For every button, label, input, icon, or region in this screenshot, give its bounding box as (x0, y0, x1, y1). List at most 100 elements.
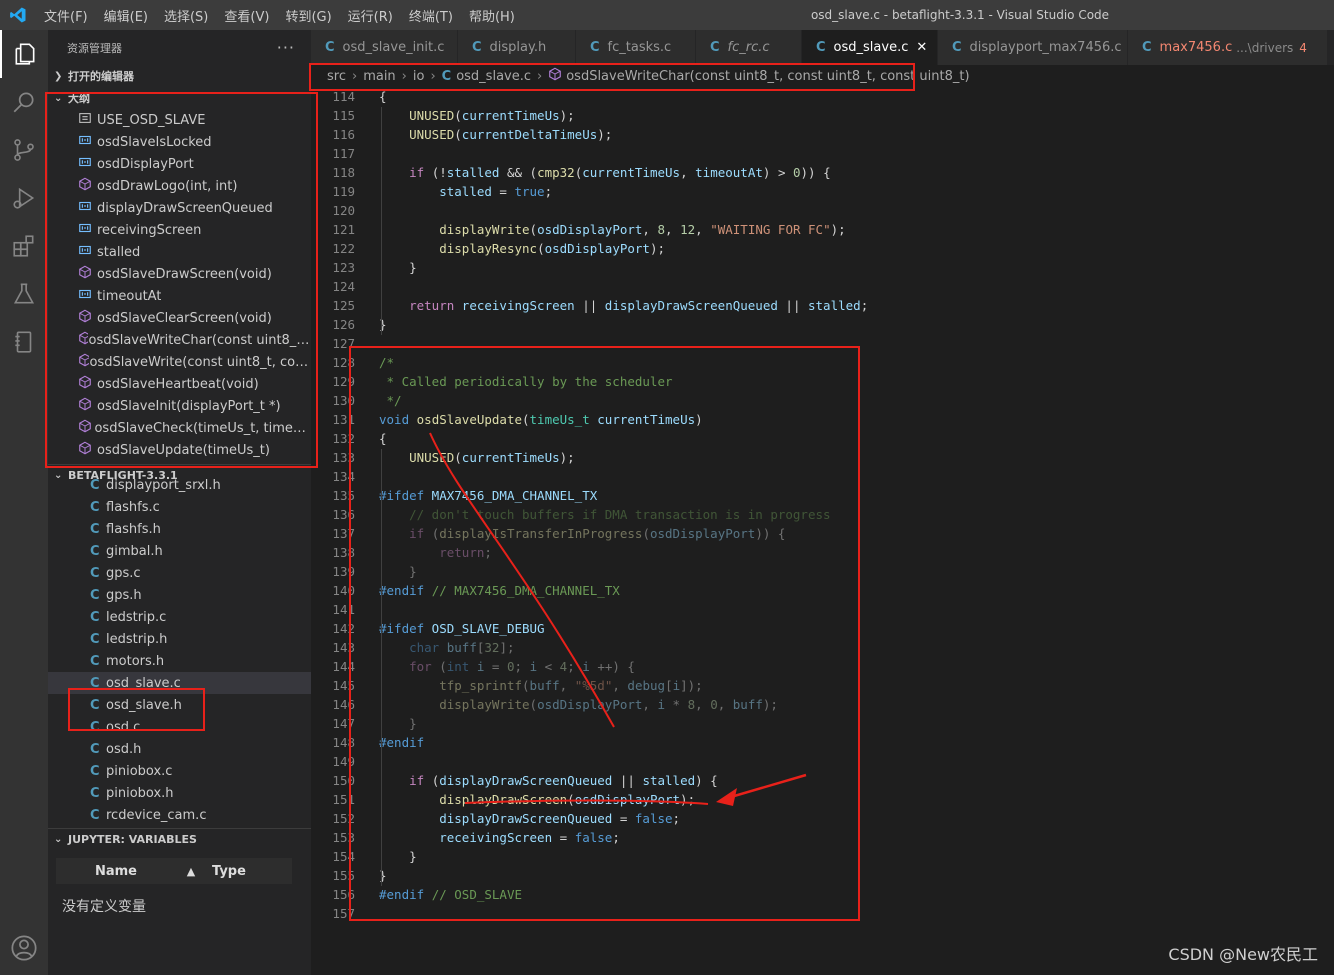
code-line[interactable]: char buff[32]; (379, 640, 514, 655)
outline-item[interactable]: osdDrawLogo(int, int) (48, 175, 311, 197)
code-line[interactable]: if (displayIsTransferInProgress(osdDispl… (379, 526, 785, 541)
more-actions-button[interactable]: ··· (277, 38, 295, 57)
file-item[interactable]: Cledstrip.c (48, 606, 311, 628)
code-line[interactable]: UNUSED(currentDeltaTimeUs); (379, 127, 612, 142)
account-icon[interactable] (0, 924, 48, 972)
outline-item[interactable]: osdSlaveIsLocked (48, 131, 311, 153)
menu-item[interactable]: 帮助(H) (461, 6, 523, 25)
code-line[interactable]: for (int i = 0; i < 4; i ++) { (379, 659, 635, 674)
code-line[interactable]: } (379, 564, 417, 579)
breadcrumb-item[interactable]: src (327, 69, 346, 84)
outline-item[interactable]: osdSlaveWrite(const uint8_t, const uint8… (48, 351, 311, 373)
code-line[interactable]: #ifdef OSD_SLAVE_DEBUG (379, 621, 545, 636)
menu-item[interactable]: 查看(V) (216, 6, 277, 25)
breadcrumb-item[interactable]: main (363, 69, 395, 84)
menu-item[interactable]: 运行(R) (340, 6, 401, 25)
code-line[interactable]: if (displayDrawScreenQueued || stalled) … (379, 773, 718, 788)
file-item[interactable]: Cpiniobox.h (48, 782, 311, 804)
code-line[interactable]: displayDrawScreenQueued = false; (379, 811, 680, 826)
outline-item[interactable]: osdSlaveUpdate(timeUs_t) (48, 439, 311, 461)
file-item[interactable]: Cflashfs.h (48, 518, 311, 540)
editor-tab[interactable]: Cosd_slave_init.c (311, 30, 458, 65)
file-item[interactable]: Cosd_slave.c (48, 672, 311, 694)
jupyter-section[interactable]: ⌄ JUPYTER: VARIABLES (48, 828, 311, 850)
breadcrumb-item[interactable]: io (413, 69, 425, 84)
code-line[interactable]: } (379, 849, 417, 864)
editor-tab[interactable]: Cdisplayport_max7456.c (938, 30, 1128, 65)
breadcrumb-item[interactable]: osd_slave.c (456, 69, 531, 84)
outline-item[interactable]: osdSlaveDrawScreen(void) (48, 263, 311, 285)
explorer-icon[interactable] (0, 30, 48, 78)
outline-item[interactable]: receivingScreen (48, 219, 311, 241)
code-line[interactable]: { (379, 89, 387, 104)
file-item[interactable]: Cpiniobox.c (48, 760, 311, 782)
testing-flask-icon[interactable] (0, 270, 48, 318)
menu-item[interactable]: 终端(T) (401, 6, 461, 25)
code-line[interactable]: // don't touch buffers if DMA transactio… (379, 507, 830, 522)
code-line[interactable]: #endif // OSD_SLAVE (379, 887, 522, 902)
editor-tab[interactable]: Cdisplay.h (458, 30, 576, 65)
run-debug-icon[interactable] (0, 174, 48, 222)
code-line[interactable]: receivingScreen = false; (379, 830, 620, 845)
code-line[interactable]: void osdSlaveUpdate(timeUs_t currentTime… (379, 412, 703, 427)
file-item[interactable]: Cgimbal.h (48, 540, 311, 562)
code-line[interactable]: displayResync(osdDisplayPort); (379, 241, 665, 256)
file-item[interactable]: Cgps.h (48, 584, 311, 606)
outline-item[interactable]: timeoutAt (48, 285, 311, 307)
source-control-icon[interactable] (0, 126, 48, 174)
code-line[interactable]: /* (379, 355, 394, 370)
open-editors-section[interactable]: ❯ 打开的编辑器 (48, 65, 311, 87)
code-line[interactable]: UNUSED(currentTimeUs); (379, 450, 575, 465)
file-item[interactable]: Crcdevice_cam.c (48, 804, 311, 826)
breadcrumb-item[interactable]: osdSlaveWriteChar(const uint8_t, const u… (566, 69, 969, 84)
col-type-header[interactable]: Type (206, 864, 246, 879)
sort-asc-icon[interactable]: ▲ (176, 865, 206, 878)
outline-item[interactable]: osdSlaveClearScreen(void) (48, 307, 311, 329)
code-line[interactable]: UNUSED(currentTimeUs); (379, 108, 575, 123)
vscode-logo-icon[interactable] (0, 0, 36, 30)
code-line[interactable]: #ifdef MAX7456_DMA_CHANNEL_TX (379, 488, 597, 503)
code-line[interactable]: * Called periodically by the scheduler (379, 374, 673, 389)
extensions-icon[interactable] (0, 222, 48, 270)
code-line[interactable]: if (!stalled && (cmp32(currentTimeUs, ti… (379, 165, 831, 180)
code-line[interactable]: stalled = true; (379, 184, 552, 199)
file-item[interactable]: Cosd.h (48, 738, 311, 760)
editor-tab[interactable]: Cmax7456.c ...\drivers 4 (1128, 30, 1328, 65)
code-line[interactable]: tfp_sprintf(buff, "%5d", debug[i]); (379, 678, 702, 693)
file-item[interactable]: Cgps.c (48, 562, 311, 584)
menu-item[interactable]: 选择(S) (156, 6, 216, 25)
notebook-icon[interactable] (0, 318, 48, 366)
outline-item[interactable]: stalled (48, 241, 311, 263)
code-line[interactable]: #endif (379, 735, 424, 750)
file-item[interactable]: Cmotors.h (48, 650, 311, 672)
outline-item[interactable]: USE_OSD_SLAVE (48, 109, 311, 131)
search-icon[interactable] (0, 78, 48, 126)
code-line[interactable]: displayDrawScreen(osdDisplayPort); (379, 792, 695, 807)
file-item[interactable]: Cosd_slave.h (48, 694, 311, 716)
code-line[interactable]: return receivingScreen || displayDrawScr… (379, 298, 868, 313)
code-line[interactable]: { (379, 431, 387, 446)
menu-item[interactable]: 编辑(E) (96, 6, 156, 25)
outline-item[interactable]: osdDisplayPort (48, 153, 311, 175)
code-line[interactable]: displayWrite(osdDisplayPort, i * 8, 0, b… (379, 697, 778, 712)
code-line[interactable]: return; (379, 545, 492, 560)
code-line[interactable]: } (379, 716, 417, 731)
code-line[interactable]: displayWrite(osdDisplayPort, 8, 12, "WAI… (379, 222, 845, 237)
outline-item[interactable]: osdSlaveHeartbeat(void) (48, 373, 311, 395)
file-item[interactable]: Cosd.c (48, 716, 311, 738)
code-line[interactable]: */ (379, 393, 402, 408)
outline-item[interactable]: osdSlaveInit(displayPort_t *) (48, 395, 311, 417)
outline-item[interactable]: osdSlaveWriteChar(const uint8_t, const u… (48, 329, 311, 351)
code-line[interactable]: #endif // MAX7456_DMA_CHANNEL_TX (379, 583, 620, 598)
code-line[interactable]: } (379, 260, 417, 275)
col-name-header[interactable]: Name (56, 864, 176, 879)
editor-tab[interactable]: Cfc_rc.c (696, 30, 802, 65)
editor-tab[interactable]: Cosd_slave.c ✕ (802, 30, 938, 65)
close-icon[interactable]: ✕ (916, 40, 927, 55)
outline-item[interactable]: displayDrawScreenQueued (48, 197, 311, 219)
file-item[interactable]: Cflashfs.c (48, 496, 311, 518)
outline-section[interactable]: ⌄ 大纲 (48, 87, 311, 109)
menu-item[interactable]: 转到(G) (277, 6, 339, 25)
editor-tab[interactable]: Cfc_tasks.c (576, 30, 696, 65)
menu-item[interactable]: 文件(F) (36, 6, 96, 25)
